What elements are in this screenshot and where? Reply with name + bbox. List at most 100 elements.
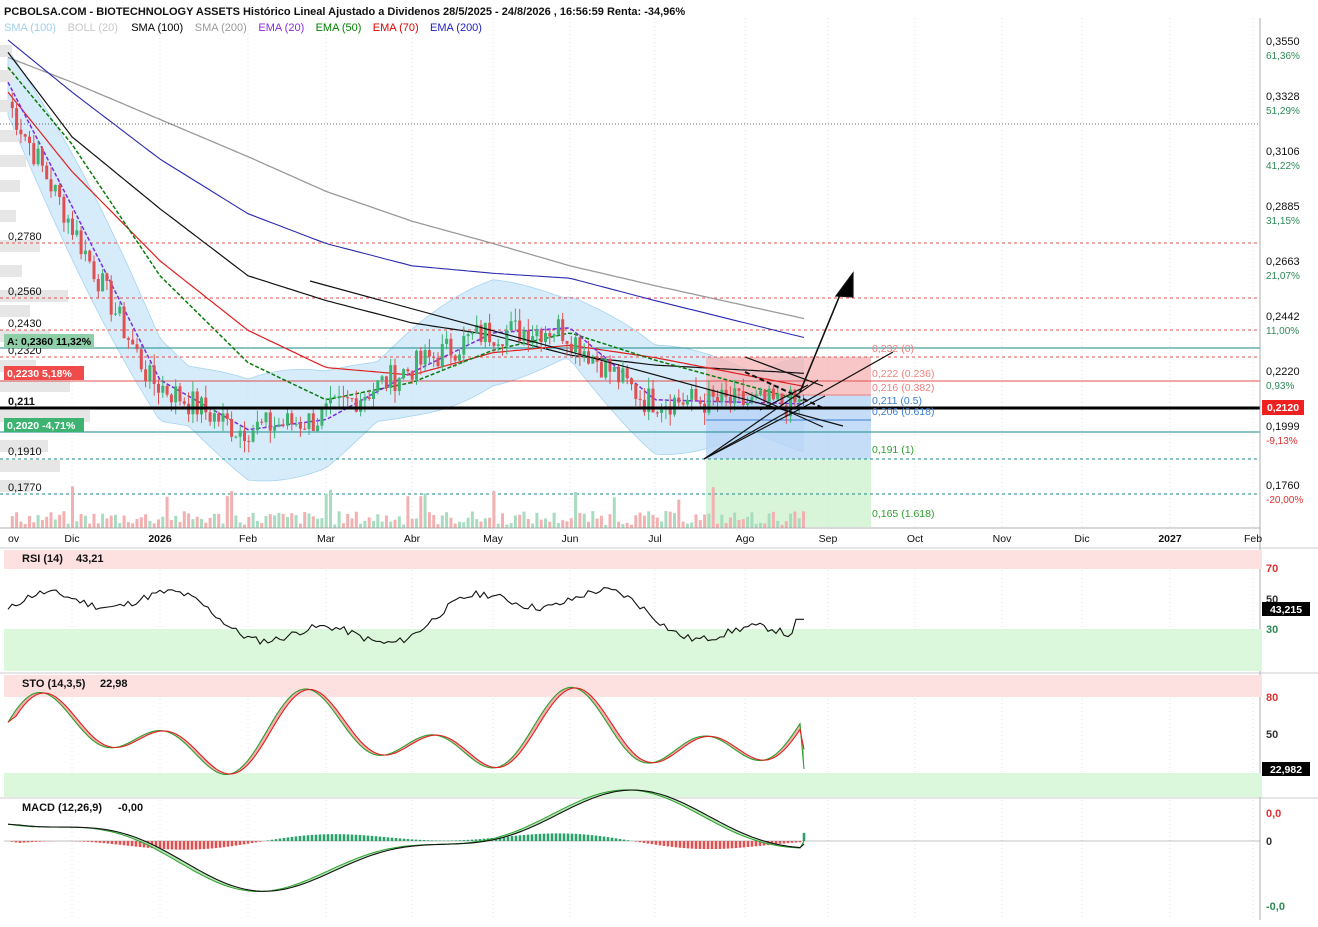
volume-bar <box>677 499 681 528</box>
volume-bar <box>53 519 57 528</box>
macd-histogram-bar <box>258 841 262 842</box>
time-tick-label: Ago <box>736 533 755 545</box>
volume-bar <box>625 522 629 528</box>
volume-bar <box>126 522 130 528</box>
macd-histogram-bar <box>342 834 346 841</box>
volume-bar <box>501 513 504 528</box>
volume-bar <box>15 512 19 528</box>
macd-histogram-bar <box>578 834 582 841</box>
candle-body <box>505 330 509 346</box>
volume-bar <box>273 515 277 528</box>
fib-label: 0,232 (0) <box>872 343 914 355</box>
candle-body <box>746 402 750 406</box>
macd-histogram-bar <box>538 833 542 841</box>
volume-bar <box>432 515 436 528</box>
volume-bar <box>105 518 109 528</box>
macd-histogram-bar <box>350 834 354 841</box>
volume-bar <box>311 516 315 528</box>
macd-histogram-bar <box>610 837 614 841</box>
volume-bar <box>488 517 492 528</box>
candle-body <box>771 388 775 400</box>
macd-histogram-bar <box>362 835 366 841</box>
macd-histogram-bar <box>310 834 314 841</box>
macd-histogram-bar <box>786 841 790 844</box>
volume-bar <box>75 521 79 528</box>
left-level-label: 0,2430 <box>8 318 42 330</box>
legend-item: SMA (100) <box>4 22 56 34</box>
candle-body <box>303 428 307 430</box>
candle-body <box>333 396 337 398</box>
macd-histogram-bar <box>378 836 382 841</box>
candle-body <box>380 376 384 381</box>
volume-bar <box>174 515 178 528</box>
volume-bar <box>578 513 582 528</box>
volume-bar <box>49 512 53 528</box>
macd-histogram-bar <box>30 841 34 843</box>
macd-histogram-bar <box>26 841 30 843</box>
rsi-overbought-zone <box>4 550 1262 569</box>
volume-bar <box>759 522 762 528</box>
volume-bar <box>45 516 49 528</box>
volume-bar <box>238 522 242 528</box>
macd-histogram-bar <box>186 841 190 850</box>
macd-histogram-bar <box>654 841 658 845</box>
candle-body <box>354 398 358 412</box>
price-tick-percent: -9,13% <box>1266 436 1298 447</box>
macd-histogram-bar <box>254 841 258 843</box>
volume-bar <box>350 518 354 528</box>
candle-body <box>290 413 294 425</box>
macd-histogram-bar <box>198 841 202 850</box>
candle-body <box>36 148 40 165</box>
candle-body <box>436 357 440 367</box>
legend-item: BOLL (20) <box>68 22 118 34</box>
macd-histogram-bar <box>686 841 690 849</box>
volume-bar <box>23 524 27 528</box>
volume-bar <box>496 523 500 528</box>
time-tick-label: Dic <box>1074 533 1089 545</box>
volume-bar <box>329 489 332 528</box>
macd-histogram-bar <box>434 840 438 841</box>
macd-level-bottom: -0,0 <box>1266 901 1285 913</box>
volume-bar <box>264 516 268 528</box>
macd-histogram-bar <box>14 841 18 843</box>
candle-body <box>561 319 565 341</box>
candle-body <box>10 101 14 109</box>
candle-body <box>268 412 272 431</box>
volume-bar <box>380 521 384 528</box>
volume-bar <box>28 516 31 528</box>
macd-histogram-bar <box>294 836 298 841</box>
macd-histogram-bar <box>358 835 362 841</box>
price-box-label: 0,2230 5,18% <box>7 368 72 380</box>
macd-histogram-bar <box>742 841 746 848</box>
candle-body <box>599 361 603 378</box>
price-box-label: A: 0,2360 11,32% <box>7 336 92 348</box>
macd-histogram-bar <box>18 841 22 843</box>
fib-label: 0,206 (0.618) <box>872 406 934 418</box>
macd-histogram-bar <box>662 841 666 846</box>
volume-bar <box>333 524 337 528</box>
legend-item: EMA (50) <box>316 22 362 34</box>
candle-body <box>384 376 388 389</box>
volume-bar <box>118 523 122 528</box>
candle-body <box>191 391 195 415</box>
macd-histogram-bar <box>586 834 590 841</box>
volume-bar <box>303 512 307 528</box>
macd-histogram-bar <box>134 841 138 847</box>
volume-profile-bar <box>0 180 20 192</box>
left-level-label: 0,2560 <box>8 286 42 298</box>
volume-bar <box>630 524 633 528</box>
volume-bar <box>208 517 212 528</box>
volume-bar <box>638 512 642 528</box>
macd-histogram-bar <box>90 841 94 843</box>
sto-level-80: 80 <box>1266 692 1278 704</box>
macd-histogram-bar <box>182 841 186 850</box>
candle-body <box>329 397 332 404</box>
price-chart[interactable]: 0,232 (0) 0,222 (0.236) 0,216 (0.382) 0,211… <box>0 0 1318 927</box>
volume-bar <box>182 511 186 528</box>
volume-bar <box>746 516 750 528</box>
legend-item: EMA (200) <box>430 22 482 34</box>
volume-bar <box>789 513 793 528</box>
volume-bar <box>316 518 320 528</box>
macd-histogram-bar <box>570 833 574 841</box>
volume-bar <box>587 521 590 528</box>
